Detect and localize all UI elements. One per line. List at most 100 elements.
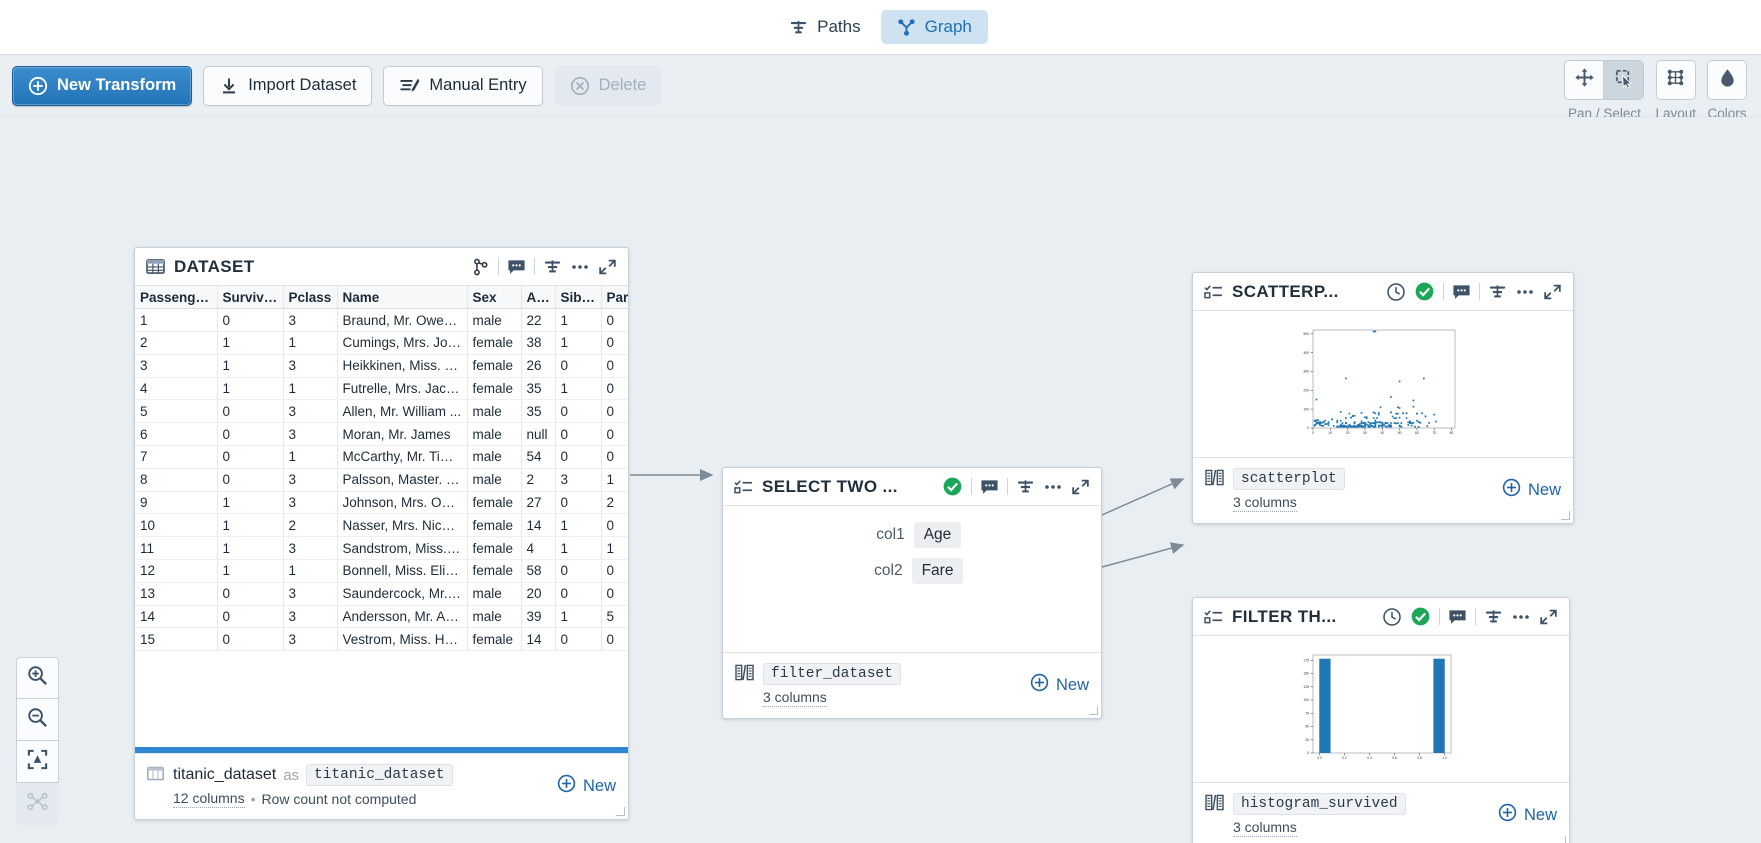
tab-graph[interactable]: Graph	[880, 10, 988, 44]
filter-alias[interactable]: histogram_survived	[1233, 793, 1406, 815]
node-scatterplot[interactable]: SCATTERP... 0 100 200 300 400 500 0 10 2…	[1192, 272, 1574, 524]
table-row[interactable]: 411Futrelle, Mrs. Jacq...female3510113	[135, 377, 628, 401]
paths-icon[interactable]	[1484, 608, 1503, 626]
more-icon[interactable]	[1515, 283, 1535, 301]
table-row[interactable]: 1113Sandstrom, Miss. ...female411PP	[135, 536, 628, 561]
node-dataset-header: DATASET	[135, 248, 628, 286]
column-header-pclass[interactable]: Pclass	[283, 286, 338, 310]
node-resize-handle[interactable]	[1561, 511, 1570, 520]
select-icon-button[interactable]	[1604, 60, 1645, 100]
comment-icon[interactable]	[980, 478, 999, 496]
column-header-parch[interactable]: Parch	[601, 286, 628, 310]
paths-icon[interactable]	[1016, 478, 1035, 496]
table-cell: 1	[283, 331, 338, 355]
filter-new-button[interactable]: New	[1498, 803, 1557, 827]
table-row[interactable]: 1012Nasser, Mrs. Nicho...female1410237	[135, 513, 628, 538]
filter-columns-count[interactable]: 3 columns	[1233, 819, 1297, 837]
column-header-sibsp[interactable]: SibSp	[555, 286, 602, 310]
column-header-name[interactable]: Name	[337, 286, 468, 310]
expand-icon[interactable]	[1539, 608, 1558, 626]
table-cell: 1	[217, 559, 284, 583]
table-row[interactable]: 913Johnson, Mrs. Osc...female2702347	[135, 491, 628, 515]
histogram-preview[interactable]: 0 25 50 75 100 125 150 175 0.0 0.2 0.4 0.6 0.8 1.0	[1193, 636, 1569, 782]
table-row[interactable]: 1303Saundercock, Mr. ...male2000A/5	[135, 582, 628, 606]
comment-icon[interactable]	[1448, 608, 1467, 626]
import-dataset-button[interactable]: Import Dataset	[203, 65, 373, 106]
dataset-grid[interactable]: PassengerId Survived Pclass Name Sex Age SibSp…	[135, 286, 628, 747]
svg-text:200: 200	[1303, 389, 1309, 393]
table-row[interactable]: 1211Bonnell, Miss. Eliz...female5800113	[135, 559, 628, 583]
table-cell: 4	[135, 377, 218, 401]
expand-icon[interactable]	[1543, 283, 1562, 301]
scatterplot-columns-count[interactable]: 3 columns	[1233, 494, 1297, 512]
branch-icon[interactable]	[472, 258, 490, 276]
param-value-col2[interactable]: Fare	[911, 558, 964, 584]
table-row[interactable]: 211Cumings, Mrs. Joh...female3810PC	[135, 331, 628, 355]
canvas-tool-cluster: Pan / Select Layout Colors	[1564, 60, 1747, 121]
table-cell: Saundercock, Mr. ...	[337, 582, 468, 606]
node-dataset[interactable]: DATASET PassengerId Survived Pclass Name…	[134, 247, 629, 820]
table-row[interactable]: 803Palsson, Master. G...male231349	[135, 468, 628, 492]
select-columns-count[interactable]: 3 columns	[763, 689, 827, 707]
scatterplot-preview[interactable]: 0 100 200 300 400 500 0 10 20 30 40 50 60 70 80	[1193, 311, 1573, 457]
dataset-alias[interactable]: titanic_dataset	[306, 764, 453, 786]
clock-icon[interactable]	[1386, 282, 1406, 302]
svg-text:10: 10	[1328, 431, 1332, 435]
select-alias[interactable]: filter_dataset	[763, 663, 901, 685]
scatterplot-footer-main: scatterplot 3 columns	[1233, 468, 1345, 512]
select-footer-main: filter_dataset 3 columns	[763, 663, 901, 707]
graph-canvas[interactable]: DATASET PassengerId Survived Pclass Name…	[0, 117, 1761, 843]
zoom-out-button[interactable]	[16, 699, 59, 741]
table-cell: Nasser, Mrs. Nicho...	[337, 513, 468, 538]
svg-text:40: 40	[1380, 431, 1384, 435]
expand-icon[interactable]	[1071, 478, 1090, 496]
table-row[interactable]: 701McCarthy, Mr. Timo...male5400174	[135, 445, 628, 469]
column-header-passengerid[interactable]: PassengerId	[135, 286, 218, 310]
table-row[interactable]: 103Braund, Mr. Owen ...male2210A/5	[135, 308, 628, 333]
column-header-sex[interactable]: Sex	[467, 286, 522, 310]
node-resize-handle[interactable]	[616, 807, 625, 816]
column-header-age[interactable]: Age	[521, 286, 556, 310]
script-icon	[1205, 469, 1224, 491]
svg-text:0: 0	[1307, 751, 1309, 755]
scatterplot-new-button[interactable]: New	[1502, 478, 1561, 502]
comment-icon[interactable]	[1452, 283, 1471, 301]
more-icon[interactable]	[1043, 478, 1063, 496]
colors-icon-button[interactable]	[1707, 60, 1747, 100]
node-filter-threshold[interactable]: FILTER TH... 0 25 50 75 100 125 150 175 …	[1192, 597, 1570, 843]
table-row[interactable]: 503Allen, Mr. William ...male3500373	[135, 399, 628, 424]
svg-text:100: 100	[1303, 698, 1309, 702]
expand-icon[interactable]	[598, 258, 617, 276]
column-header-survived[interactable]: Survived	[217, 286, 284, 310]
select-new-button[interactable]: New	[1030, 673, 1089, 697]
pan-icon-button[interactable]	[1564, 60, 1605, 100]
paths-icon[interactable]	[543, 258, 562, 276]
table-cell: 1	[555, 513, 602, 538]
dataset-columns-count[interactable]: 12 columns	[173, 790, 245, 808]
dataset-new-button[interactable]: New	[557, 774, 616, 798]
node-select-two-columns[interactable]: SELECT TWO ... col1 Age col2 Fare filter…	[722, 467, 1102, 719]
node-resize-handle[interactable]	[1557, 836, 1566, 843]
scatterplot-alias[interactable]: scatterplot	[1233, 468, 1345, 490]
zoom-in-button[interactable]	[16, 657, 59, 699]
dataset-rowcount-status: Row count not computed	[261, 791, 417, 807]
table-row[interactable]: 313Heikkinen, Miss. La...female2600STO	[135, 354, 628, 378]
param-value-col1[interactable]: Age	[913, 522, 962, 548]
comment-icon[interactable]	[507, 258, 526, 276]
table-row[interactable]: 1503Vestrom, Miss. Hul...female1400350	[135, 627, 628, 652]
node-resize-handle[interactable]	[1089, 706, 1098, 715]
table-cell: 0	[217, 582, 284, 606]
table-row[interactable]: 603Moran, Mr. Jamesmalenull00330	[135, 422, 628, 447]
more-icon[interactable]	[570, 258, 590, 276]
layout-icon-button[interactable]	[1655, 60, 1696, 100]
table-cell: 9	[135, 491, 218, 515]
paths-icon[interactable]	[1488, 283, 1507, 301]
tab-paths[interactable]: Paths	[773, 10, 876, 44]
clock-icon[interactable]	[1382, 607, 1402, 627]
zoom-fit-button[interactable]	[16, 741, 59, 783]
manual-entry-button[interactable]: Manual Entry	[383, 65, 543, 106]
more-icon[interactable]	[1511, 608, 1531, 626]
new-transform-button[interactable]: New Transform	[12, 65, 193, 106]
table-row[interactable]: 1403Andersson, Mr. An...male3915347	[135, 605, 628, 629]
svg-text:125: 125	[1303, 685, 1309, 689]
